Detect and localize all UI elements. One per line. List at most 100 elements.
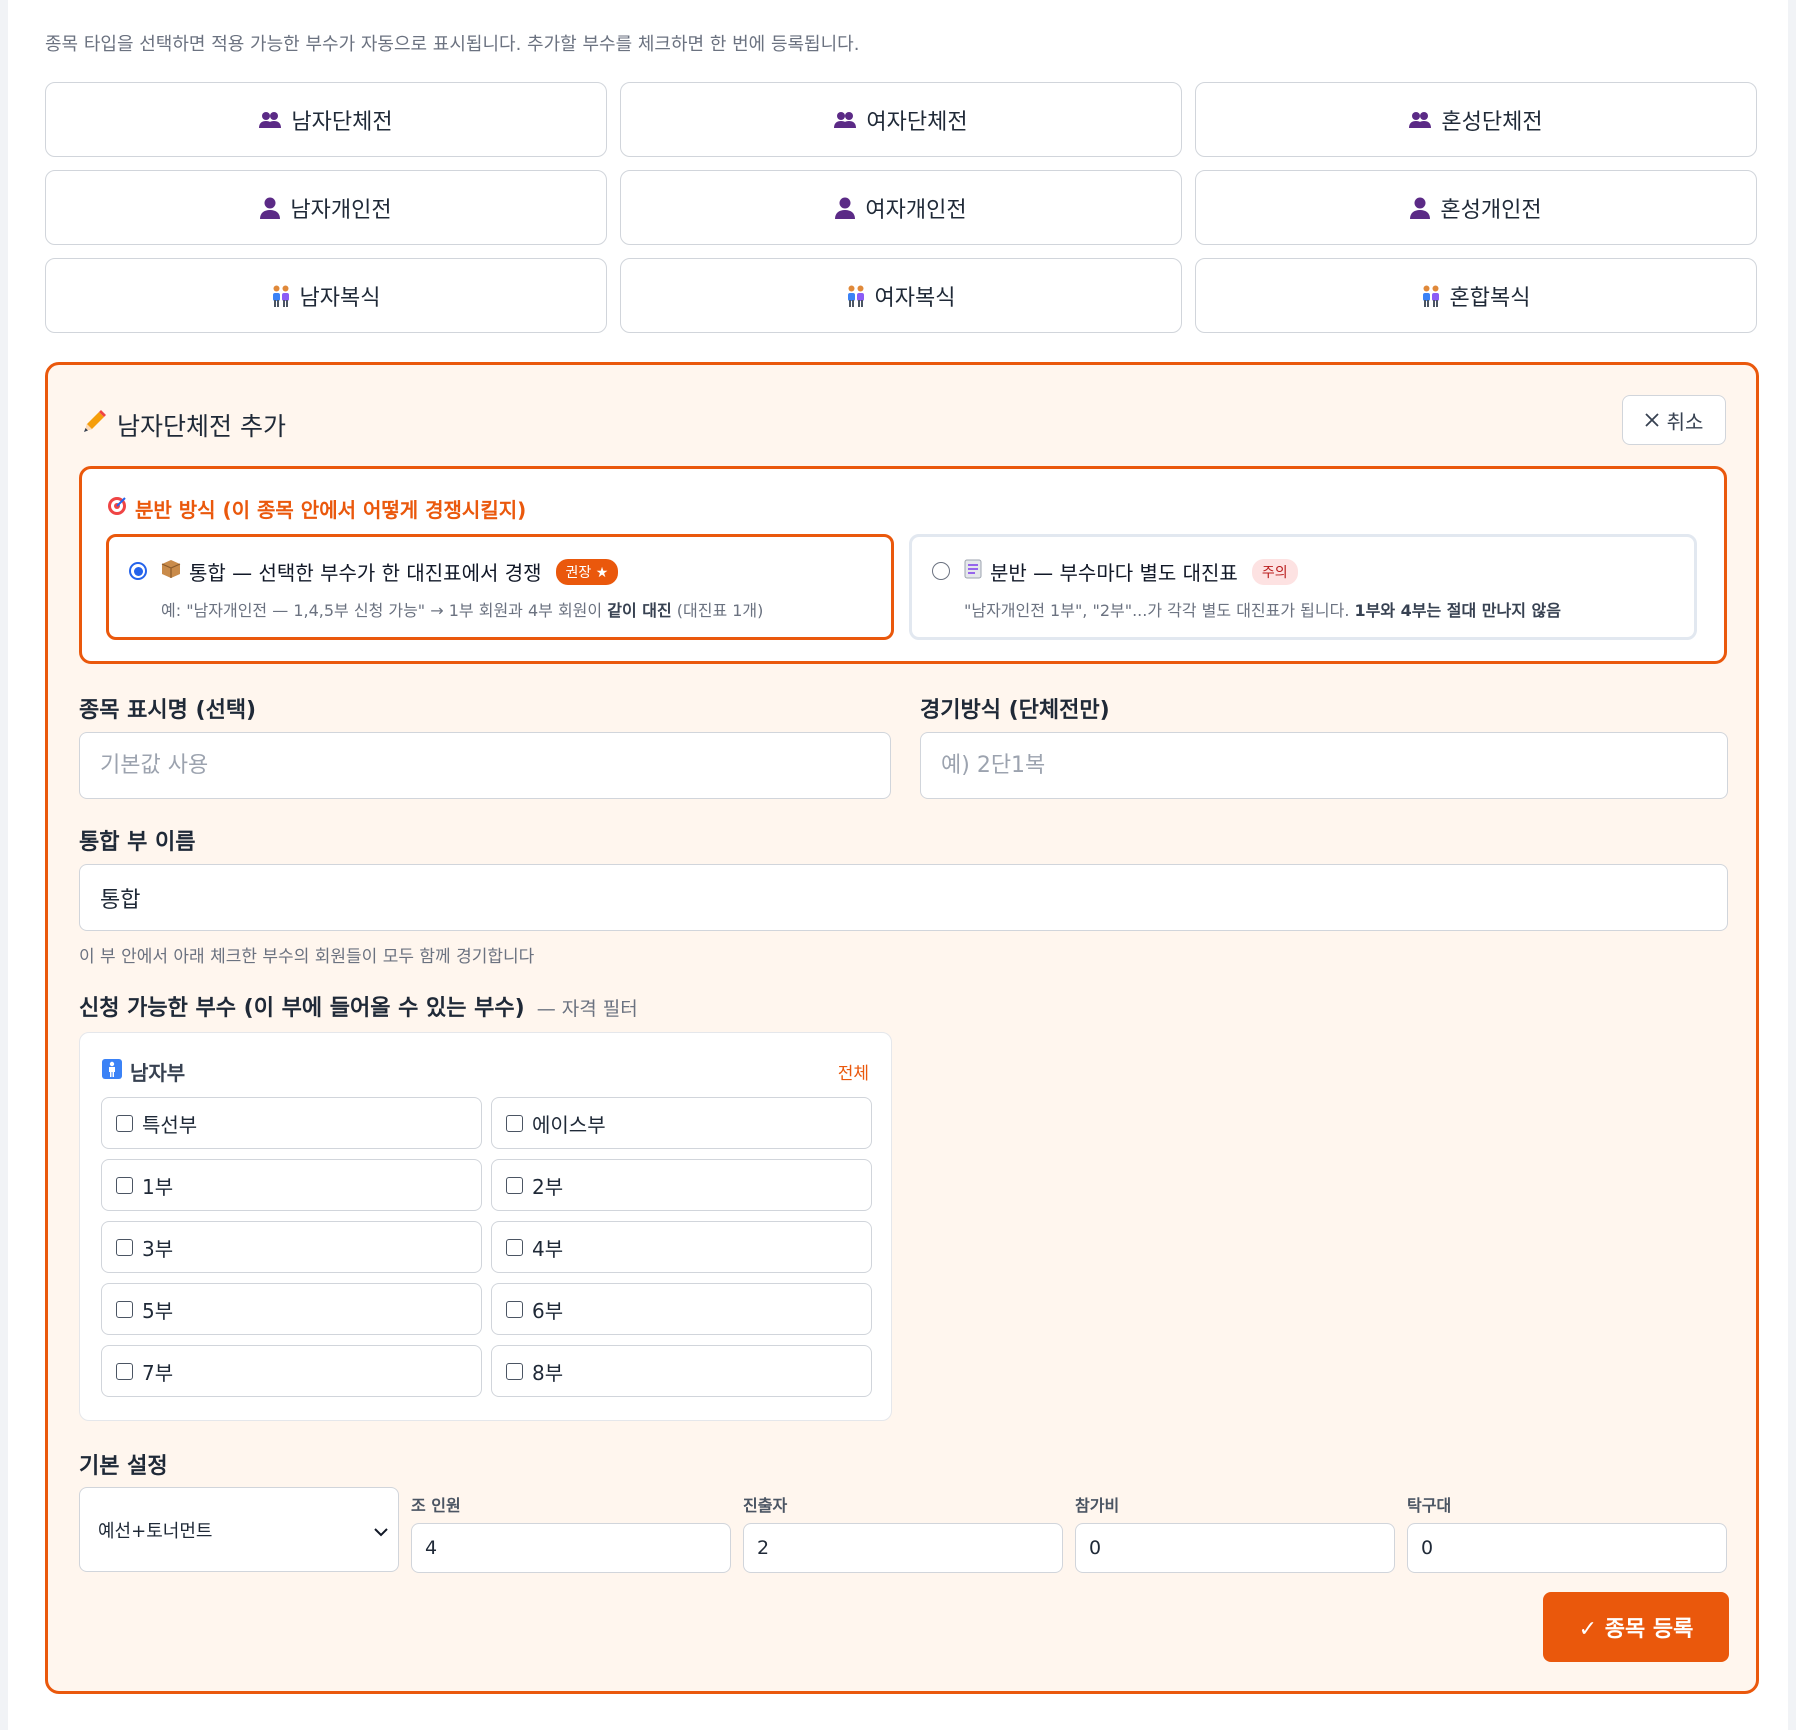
option-head-text: 통합 — 선택한 부수가 한 대진표에서 경쟁 — [189, 561, 542, 585]
split-option-separate[interactable]: 분반 — 부수마다 별도 대진표 주의 "남자개인전 1부", "2부"...가… — [909, 534, 1697, 640]
option-desc: "남자개인전 1부", "2부"...가 각각 별도 대진표가 됩니다. 1부와… — [964, 597, 1561, 621]
register-event-button[interactable]: ✓ 종목 등록 — [1543, 1592, 1729, 1662]
division-label: 4부 — [532, 1236, 564, 1261]
event-type-button[interactable]: 혼성단체전 — [1195, 82, 1757, 157]
division-label: 6부 — [532, 1298, 564, 1323]
tournament-mode-select[interactable]: 예선+토너먼트 — [79, 1487, 399, 1572]
option-desc-text: "남자개인전 1부", "2부"...가 각각 별도 대진표가 됩니다. — [964, 601, 1355, 620]
add-event-form: 남자단체전 추가 취소 분반 방식 (이 종목 안에서 어떻게 경쟁시킬지) 통… — [45, 362, 1759, 1694]
option-desc-tail: (대진표 1개) — [671, 601, 764, 620]
event-type-label: 혼성단체전 — [1441, 109, 1543, 135]
team-icon — [259, 111, 282, 129]
division-option[interactable]: 1부 — [101, 1159, 482, 1211]
chevron-down-icon — [374, 1521, 388, 1542]
division-checkbox[interactable] — [506, 1300, 523, 1318]
radio-separate[interactable] — [932, 562, 950, 580]
event-type-button[interactable]: 혼합복식 — [1195, 258, 1757, 333]
advancers-input[interactable]: 2 — [743, 1523, 1063, 1573]
entry-fee-label: 참가비 — [1075, 1496, 1120, 1515]
event-type-label: 여자복식 — [874, 285, 956, 311]
division-group-title: 남자부 — [102, 1057, 185, 1086]
event-type-button[interactable]: 여자단체전 — [620, 82, 1182, 157]
caution-badge: 주의 — [1251, 558, 1298, 585]
division-checkbox[interactable] — [116, 1176, 133, 1194]
package-icon — [161, 559, 181, 584]
division-option[interactable]: 5부 — [101, 1283, 482, 1335]
division-label: 에이스부 — [532, 1112, 606, 1137]
cancel-label: 취소 — [1666, 409, 1704, 434]
division-label: 1부 — [142, 1174, 174, 1199]
form-title-text: 남자단체전 추가 — [117, 412, 286, 441]
tables-input[interactable]: 0 — [1407, 1523, 1727, 1573]
event-type-button[interactable]: 남자개인전 — [45, 170, 607, 245]
person-icon — [1410, 197, 1431, 219]
page: 종목 타입을 선택하면 적용 가능한 부수가 자동으로 표시됩니다. 추가할 부… — [8, 0, 1788, 1730]
radio-combined[interactable] — [129, 562, 147, 580]
event-type-label: 남자단체전 — [291, 109, 393, 135]
division-checkbox[interactable] — [506, 1176, 523, 1194]
division-option[interactable]: 8부 — [491, 1345, 872, 1397]
tables-label: 탁구대 — [1407, 1496, 1452, 1515]
document-icon — [964, 559, 982, 584]
division-checkbox[interactable] — [116, 1238, 133, 1256]
advancers-label: 진출자 — [743, 1496, 788, 1515]
division-option[interactable]: 6부 — [491, 1283, 872, 1335]
group-size-label: 조 인원 — [411, 1496, 461, 1515]
team-icon — [834, 111, 857, 129]
option-desc-emphasis: 1부와 4부는 절대 만나지 않음 — [1354, 601, 1561, 620]
division-panel: 남자부 전체 특선부 에이스부 1부 2부 3부 4부 5부 6부 7부 8부 — [79, 1032, 892, 1421]
person-icon — [835, 197, 856, 219]
division-checkbox[interactable] — [506, 1114, 523, 1132]
tournament-mode-value: 예선+토너먼트 — [98, 1520, 213, 1542]
division-label: 8부 — [532, 1360, 564, 1385]
group-name-input[interactable] — [79, 864, 1728, 931]
event-type-label: 남자복식 — [299, 285, 381, 311]
event-type-button[interactable]: 남자복식 — [45, 258, 607, 333]
division-label: 5부 — [142, 1298, 174, 1323]
recommended-badge: 권장 ★ — [555, 558, 619, 585]
division-checkbox-grid: 특선부 에이스부 1부 2부 3부 4부 5부 6부 7부 8부 — [101, 1097, 872, 1397]
division-label: 2부 — [532, 1174, 564, 1199]
event-type-label: 남자개인전 — [290, 197, 392, 223]
option-head-text: 분반 — 부수마다 별도 대진표 — [990, 561, 1238, 585]
display-name-label: 종목 표시명 (선택) — [79, 698, 257, 723]
division-checkbox[interactable] — [506, 1362, 523, 1380]
division-label: 특선부 — [142, 1112, 198, 1137]
pair-icon — [272, 285, 290, 307]
select-all-link[interactable]: 전체 — [838, 1059, 869, 1084]
split-option-combined[interactable]: 통합 — 선택한 부수가 한 대진표에서 경쟁 권장 ★ 예: "남자개인전 —… — [106, 534, 894, 640]
group-name-label: 통합 부 이름 — [79, 830, 196, 855]
entry-fee-input[interactable]: 0 — [1075, 1523, 1395, 1573]
division-checkbox[interactable] — [506, 1238, 523, 1256]
event-type-button[interactable]: 남자단체전 — [45, 82, 607, 157]
group-size-input[interactable]: 4 — [411, 1523, 731, 1573]
basic-settings-label: 기본 설정 — [79, 1454, 168, 1479]
person-icon — [260, 197, 281, 219]
division-option[interactable]: 에이스부 — [491, 1097, 872, 1149]
man-icon — [102, 1059, 122, 1084]
option-desc-text: 예: "남자개인전 — 1,4,5부 신청 가능" → 1부 회원과 4부 회원… — [161, 601, 608, 620]
pair-icon — [1422, 285, 1440, 307]
group-name-help: 이 부 안에서 아래 체크한 부수의 회원들이 모두 함께 경기합니다 — [79, 947, 535, 967]
event-type-button[interactable]: 여자복식 — [620, 258, 1182, 333]
split-mode-box: 분반 방식 (이 종목 안에서 어떻게 경쟁시킬지) 통합 — 선택한 부수가 … — [79, 466, 1727, 664]
event-type-label: 여자단체전 — [866, 109, 968, 135]
event-type-button[interactable]: 여자개인전 — [620, 170, 1182, 245]
option-desc-emphasis: 같이 대진 — [607, 601, 672, 620]
division-checkbox[interactable] — [116, 1114, 133, 1132]
option-desc: 예: "남자개인전 — 1,4,5부 신청 가능" → 1부 회원과 4부 회원… — [161, 597, 763, 621]
match-format-input[interactable] — [920, 732, 1728, 799]
division-checkbox[interactable] — [116, 1362, 133, 1380]
event-type-button[interactable]: 혼성개인전 — [1195, 170, 1757, 245]
eligible-label-text: 신청 가능한 부수 (이 부에 들어올 수 있는 부수) — [79, 996, 525, 1021]
division-option[interactable]: 2부 — [491, 1159, 872, 1211]
pencil-icon — [81, 409, 107, 441]
division-option[interactable]: 4부 — [491, 1221, 872, 1273]
division-checkbox[interactable] — [116, 1300, 133, 1318]
division-option[interactable]: 7부 — [101, 1345, 482, 1397]
division-group-title-text: 남자부 — [130, 1061, 186, 1085]
display-name-input[interactable] — [79, 732, 891, 799]
division-option[interactable]: 특선부 — [101, 1097, 482, 1149]
division-option[interactable]: 3부 — [101, 1221, 482, 1273]
cancel-button[interactable]: 취소 — [1622, 395, 1726, 445]
